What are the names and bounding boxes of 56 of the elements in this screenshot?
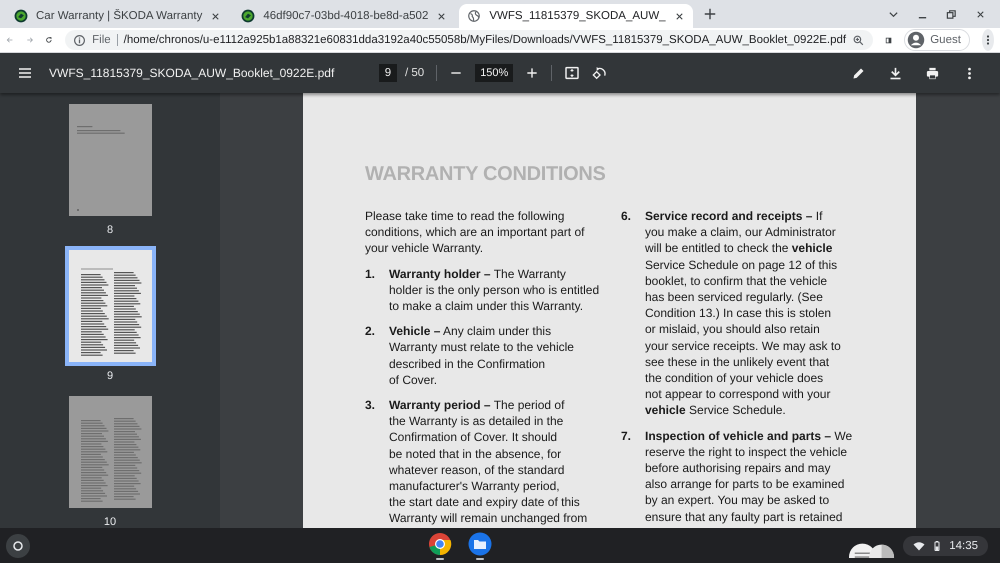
- close-icon[interactable]: [210, 10, 222, 22]
- zoom-in-icon[interactable]: [525, 66, 540, 80]
- logo-icon: [14, 9, 28, 23]
- restore-icon[interactable]: [946, 8, 957, 20]
- zoom-field[interactable]: 150%: [475, 64, 514, 82]
- page-label: 8: [106, 224, 114, 236]
- new-tab-icon[interactable]: [702, 7, 717, 21]
- tab-title: Car Warranty | ŠKODA Warranty: [36, 10, 202, 22]
- scheme-label: File: [92, 34, 118, 46]
- info-icon[interactable]: [73, 34, 86, 46]
- close-icon[interactable]: [436, 10, 448, 22]
- menu-icon[interactable]: [17, 65, 33, 81]
- page-total: / 50: [405, 67, 424, 79]
- close-icon[interactable]: [674, 10, 685, 22]
- page-label: 10: [104, 516, 116, 528]
- avatar-icon: [907, 31, 926, 49]
- tab-title: 46df90c7-03bd-4018-be8d-a502: [263, 10, 428, 22]
- item-number: 3.: [365, 397, 376, 414]
- item-number: 2.: [365, 323, 376, 340]
- browser-tab[interactable]: 46df90c7-03bd-4018-be8d-a502: [233, 4, 456, 28]
- folder-app-icon[interactable]: [468, 532, 492, 556]
- profile-button[interactable]: Guest: [904, 29, 970, 51]
- circle-icon: [12, 540, 24, 552]
- menu-button[interactable]: [982, 29, 994, 51]
- launcher-button[interactable]: [6, 534, 30, 558]
- browser-tab[interactable]: Car Warranty | ŠKODA Warranty: [6, 4, 230, 28]
- browser-app-icon[interactable]: [428, 532, 452, 556]
- item-number: 1.: [365, 266, 376, 283]
- status-tray[interactable]: 14:35: [903, 536, 988, 556]
- print-icon[interactable]: [925, 66, 940, 80]
- fit-page-icon[interactable]: [564, 65, 580, 81]
- item-number: 7.: [621, 428, 632, 445]
- clock-time: 14:35: [949, 540, 978, 552]
- file-name: VWFS_11815379_SKODA_AUW_Booklet_0922E.pdf: [49, 66, 336, 80]
- address-bar[interactable]: File /home/chronos/u-e1112a925b1a88321e60831dda3192a40c55058b/MyFiles/Downloads/VWFS_11815379_SKODA_AUW_Booklet_0922E.pdf: [65, 30, 874, 50]
- page-thumbnail[interactable]: [64, 246, 156, 366]
- download-icon[interactable]: [888, 66, 903, 80]
- paragraph: Warranty holder – The Warranty holder is the only person who is entitled to make a claim under this Warranty.: [389, 266, 600, 314]
- paragraph: Vehicle – Any claim under this Warranty must relate to the vehicle described in the Confirmation of Cover.: [389, 323, 574, 388]
- logo-icon: [241, 9, 256, 23]
- paragraph: Service record and receipts – If you make a claim, our Administrator will be entitled to check the vehicle Service Schedule on page 12 of this booklet, to confirm that the vehicle has been serviced regularly. (See Condition 13.) In case this is stolen or mislaid, you should also retain your service receipts. We may ask to see these in the unlikely event that the condition of your vehicle does not appear to correspond with your vehicle Service Schedule.: [645, 208, 841, 419]
- tab-title: VWFS_11815379_SKODA_AUW_: [489, 10, 666, 22]
- browser-tab[interactable]: VWFS_11815379_SKODA_AUW_: [459, 4, 693, 28]
- rotate-icon[interactable]: [592, 65, 608, 81]
- paragraph: Please take time to read the following conditions, which are an important part of your vehicle Warranty.: [365, 208, 586, 257]
- url-text: /home/chronos/u-e1112a925b1a88321e60831dda3192a40c55058b/MyFiles/Downloads/VWFS_11815379_SKODA_AUW_Booklet_0922E.pdf: [124, 34, 846, 46]
- close-icon[interactable]: [975, 8, 986, 20]
- pen-icon[interactable]: [851, 66, 866, 80]
- page-number-field[interactable]: 9: [379, 64, 397, 82]
- zoom-in-icon[interactable]: [852, 34, 866, 46]
- paragraph: Warranty period – The period of the Warranty is as detailed in the Confirmation of Cover. It should be noted that in the absence, for whatever reason, of the standard manufacturer's Warranty period, the start date and expiry date of this Warranty will remain unchanged from: [389, 397, 588, 527]
- wifi-icon: [913, 540, 926, 552]
- item-number: 6.: [621, 208, 632, 225]
- page-label: 9: [106, 370, 114, 382]
- paragraph: Inspection of vehicle and parts – We reserve the right to inspect the vehicle before authorising repairs and may also arrange for parts to be examined by an expert. You may be asked to ensure that any faulty part is retained: [645, 428, 852, 525]
- globe-icon: [467, 9, 482, 23]
